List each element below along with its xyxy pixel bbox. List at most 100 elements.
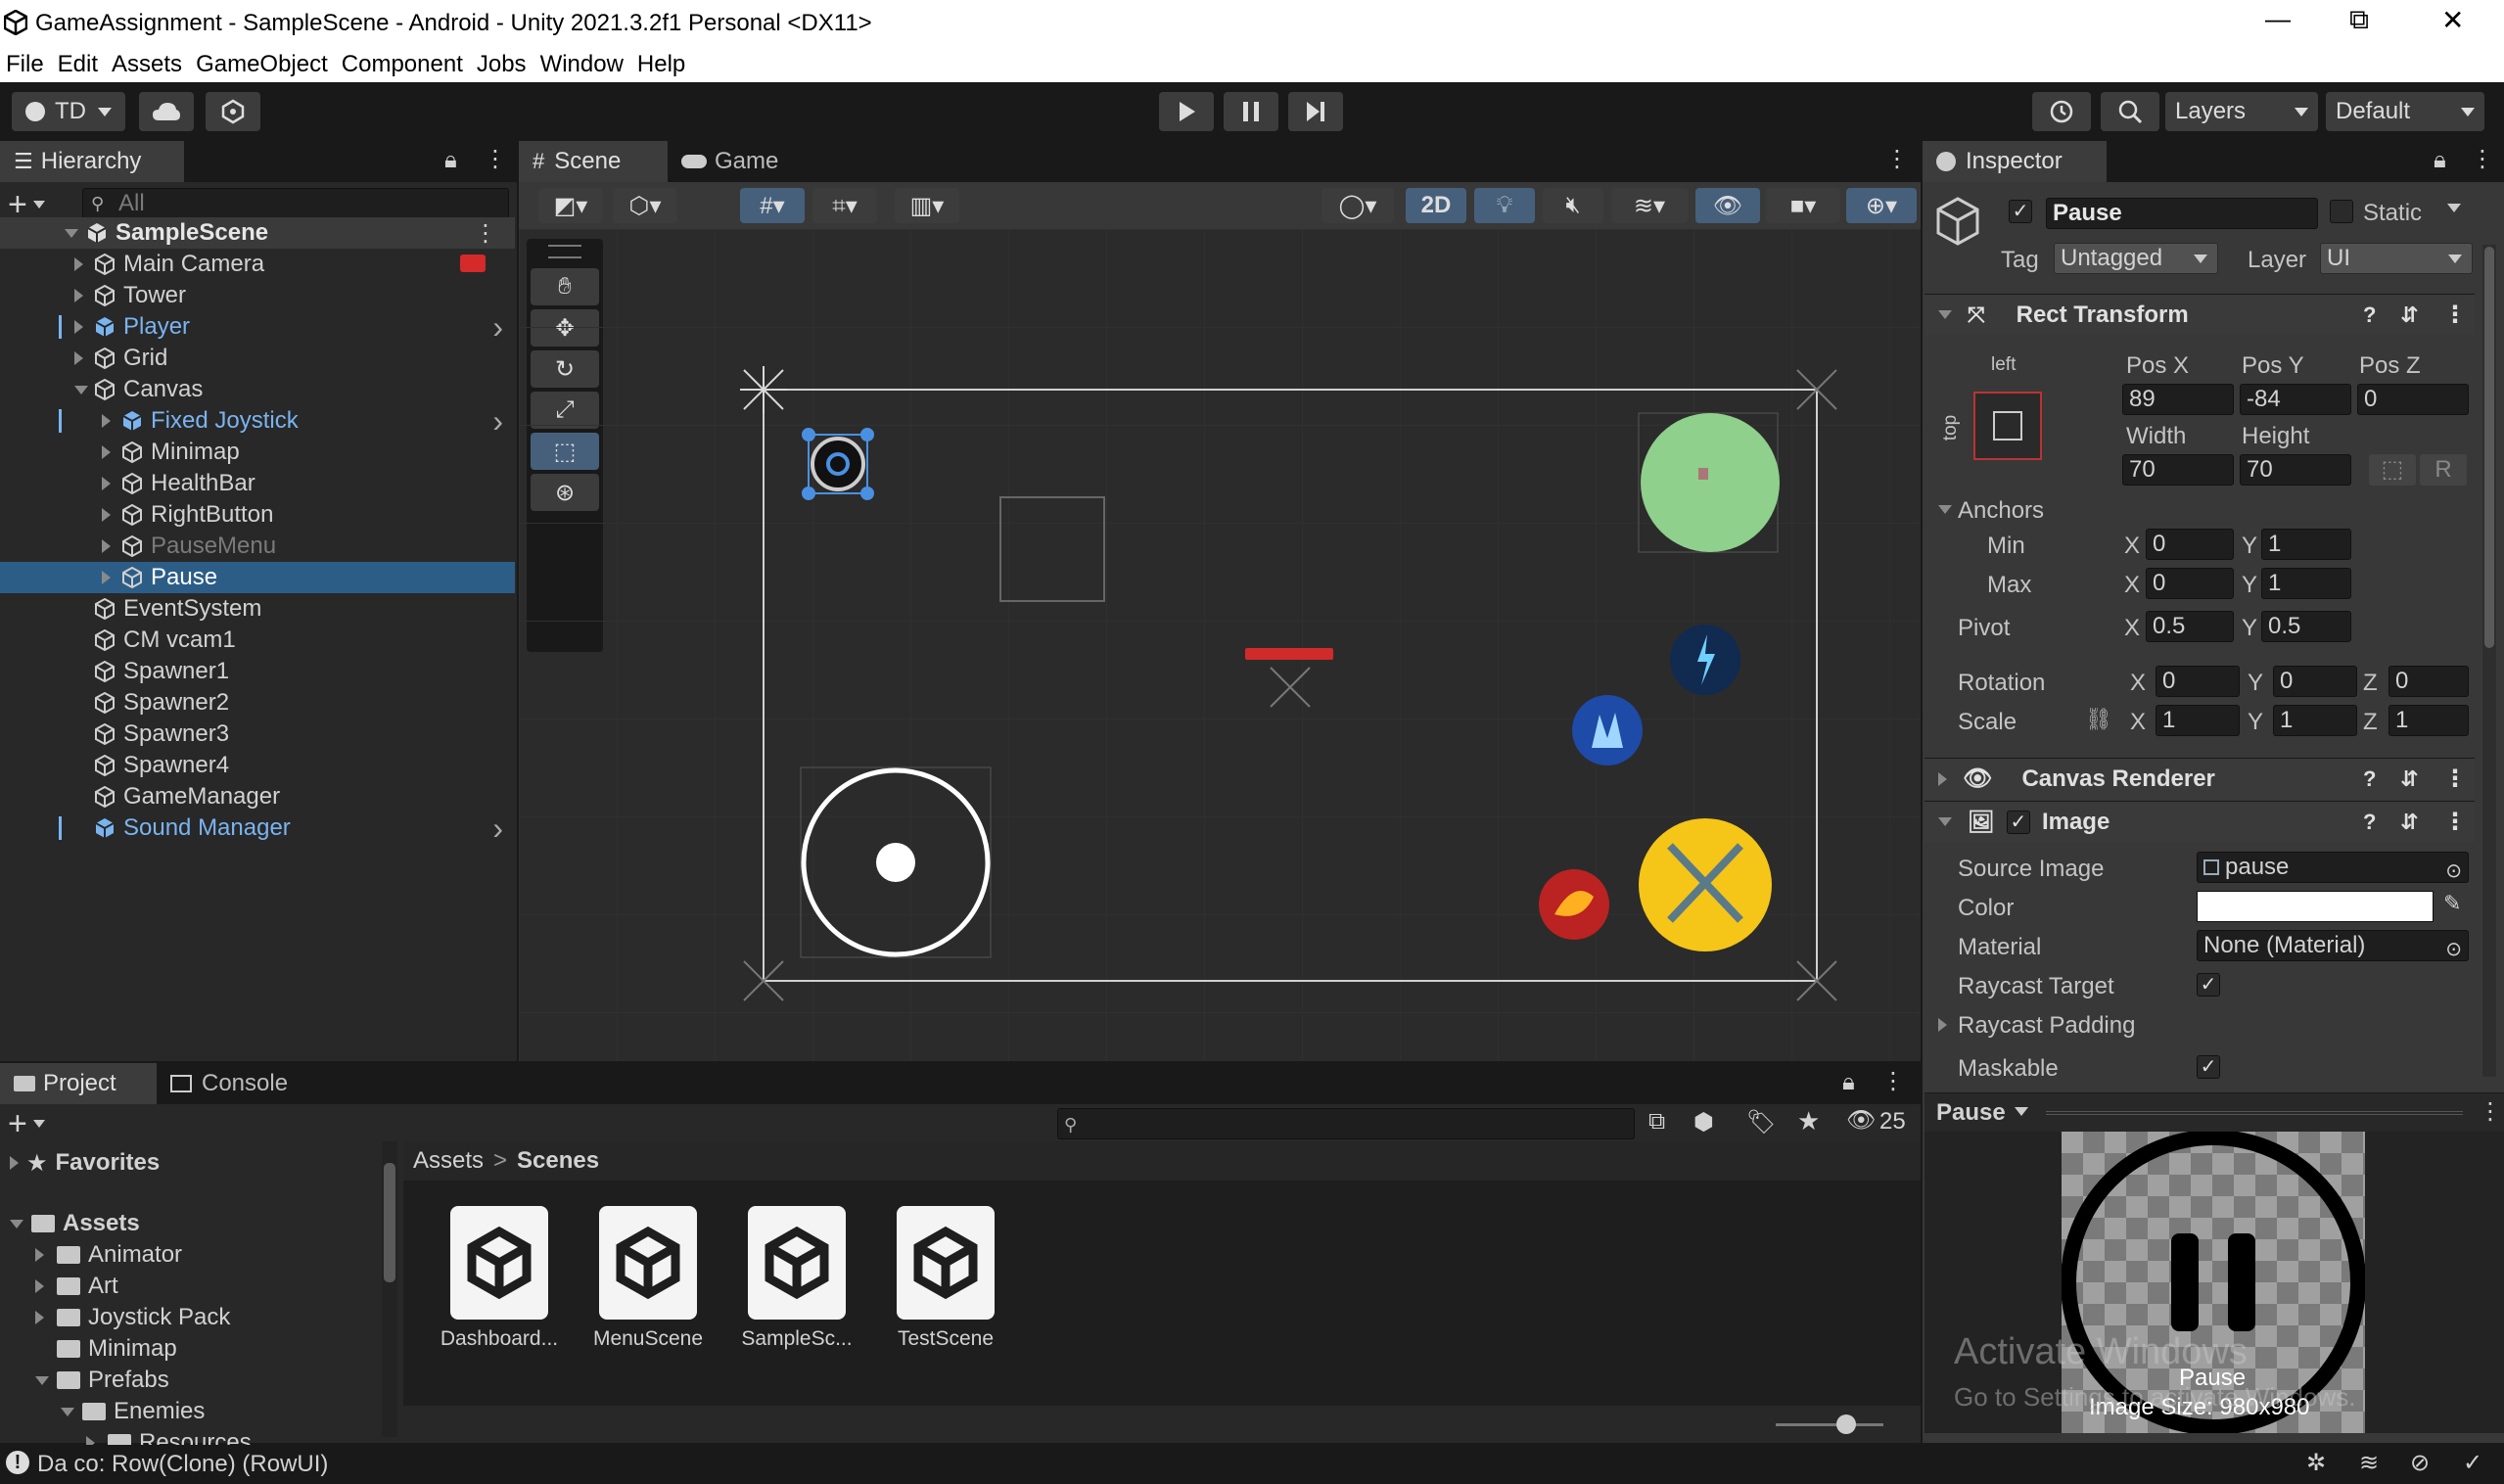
project-search-input[interactable]: ⚲ xyxy=(1057,1108,1635,1139)
audio-button[interactable]: 🔇︎ xyxy=(1543,188,1603,223)
expand-arrow-icon[interactable] xyxy=(35,1279,44,1293)
hierarchy-item[interactable]: Player › xyxy=(0,309,515,346)
increment-snap-button[interactable]: ⌗▾ xyxy=(812,188,877,223)
object-picker-icon[interactable]: ⊙ xyxy=(2445,857,2462,886)
tab-project[interactable]: Project xyxy=(0,1063,157,1104)
preview-header[interactable]: Pause ⋮ xyxy=(1924,1092,2504,1132)
expand-arrow-icon[interactable] xyxy=(74,289,83,302)
chevron-right-icon[interactable]: › xyxy=(492,309,503,346)
inspector-scrollbar[interactable] xyxy=(2482,245,2496,1077)
posz-field[interactable]: 0 xyxy=(2357,384,2469,415)
rotation-y-field[interactable]: 0 xyxy=(2273,666,2357,697)
expand-arrow-icon[interactable] xyxy=(102,508,111,522)
lock-icon[interactable]: 🔒︎ xyxy=(2434,147,2446,174)
anchor-min-x-field[interactable]: 0 xyxy=(2146,529,2234,560)
search-by-type-icon[interactable]: ⧉ xyxy=(1648,1108,1665,1136)
hierarchy-item[interactable]: Spawner4 xyxy=(0,750,515,781)
more-options-icon[interactable]: ⋮ xyxy=(2443,808,2467,836)
object-name-field[interactable]: Pause xyxy=(2046,198,2318,229)
material-field[interactable]: None (Material) ⊙ xyxy=(2197,930,2469,961)
render-mode-button[interactable]: ⬡▾ xyxy=(613,188,677,223)
scale-x-field[interactable]: 1 xyxy=(2156,705,2240,736)
menu-window[interactable]: Window xyxy=(540,51,624,78)
project-add-button[interactable]: + xyxy=(8,1106,45,1141)
blueprint-mode-button[interactable]: ⬚ xyxy=(2369,454,2416,486)
step-button[interactable] xyxy=(1288,92,1343,131)
chevron-right-icon[interactable]: › xyxy=(492,811,503,847)
lighting-button[interactable]: 💡︎ xyxy=(1474,188,1535,223)
image-component-header[interactable]: 🖼︎ ✓ Image ? ⇵ ⋮ xyxy=(1924,801,2475,842)
draw-mode-button[interactable]: ◩▾ xyxy=(538,188,603,223)
menu-component[interactable]: Component xyxy=(342,51,463,78)
ruler-button[interactable]: ▥▾ xyxy=(895,188,959,223)
search-button[interactable] xyxy=(2101,92,2159,131)
more-options-icon[interactable]: ⋮ xyxy=(2479,1097,2502,1126)
hierarchy-item[interactable]: Canvas xyxy=(0,374,515,405)
canvas-renderer-header[interactable]: 👁︎ Canvas Renderer ? ⇵ ⋮ xyxy=(1924,758,2475,799)
menu-help[interactable]: Help xyxy=(637,51,685,78)
expand-arrow-icon[interactable] xyxy=(1938,505,1952,514)
layers-dropdown[interactable]: Layers xyxy=(2165,92,2318,131)
menu-assets[interactable]: Assets xyxy=(112,51,182,78)
posy-field[interactable]: -84 xyxy=(2240,384,2351,415)
scene-viewport[interactable] xyxy=(519,229,1921,1061)
expand-arrow-icon[interactable] xyxy=(1938,1018,1947,1032)
hierarchy-item[interactable]: Fixed Joystick › xyxy=(0,403,515,440)
preview-drag-handle[interactable] xyxy=(2046,1111,2463,1115)
color-swatch[interactable] xyxy=(2197,891,2434,922)
progress-check-icon[interactable]: ✓ xyxy=(2463,1449,2482,1477)
visibility-button[interactable]: 👁︎ xyxy=(1695,188,1760,223)
status-message[interactable]: Da co: Row(Clone) (RowUI) xyxy=(37,1451,328,1478)
history-button[interactable] xyxy=(2032,92,2091,131)
hierarchy-item[interactable]: Grid xyxy=(0,343,515,374)
rotation-x-field[interactable]: 0 xyxy=(2156,666,2240,697)
raycast-target-checkbox[interactable]: ✓ xyxy=(2197,973,2220,997)
scrollbar-thumb[interactable] xyxy=(2484,247,2494,648)
object-picker-icon[interactable]: ⊙ xyxy=(2445,935,2462,964)
expand-arrow-icon[interactable] xyxy=(61,1407,74,1416)
cache-server-icon[interactable]: ≋ xyxy=(2359,1449,2379,1477)
hierarchy-item[interactable]: RightButton xyxy=(0,499,515,531)
expand-arrow-icon[interactable] xyxy=(35,1248,44,1262)
expand-arrow-icon[interactable] xyxy=(74,320,83,334)
play-button[interactable] xyxy=(1159,92,1214,131)
hierarchy-item[interactable]: CM vcam1 xyxy=(0,625,515,656)
hidden-packages-icon[interactable]: 👁︎ xyxy=(1846,1106,1876,1135)
tab-hierarchy[interactable]: ☰ Hierarchy xyxy=(0,141,184,182)
expand-arrow-icon[interactable] xyxy=(102,414,111,428)
folder-item[interactable]: Minimap xyxy=(0,1333,382,1365)
hierarchy-item[interactable]: HealthBar xyxy=(0,468,515,499)
height-field[interactable]: 70 xyxy=(2240,454,2351,486)
minimize-button[interactable]: — xyxy=(2265,4,2291,34)
presets-icon[interactable]: ⇵ xyxy=(2400,302,2418,328)
menu-gameobject[interactable]: GameObject xyxy=(196,51,328,78)
maximize-button[interactable]: ⧉ xyxy=(2349,4,2369,36)
hierarchy-search-input[interactable]: ⚲ All xyxy=(82,188,509,219)
more-options-icon[interactable]: ⋮ xyxy=(2443,301,2467,329)
posx-field[interactable]: 89 xyxy=(2122,384,2234,415)
anchor-min-y-field[interactable]: 1 xyxy=(2261,529,2351,560)
expand-arrow-icon[interactable] xyxy=(74,257,83,271)
image-enabled-checkbox[interactable]: ✓ xyxy=(2006,810,2030,834)
chevron-right-icon[interactable]: › xyxy=(492,403,503,440)
zoom-slider-thumb[interactable] xyxy=(1836,1414,1856,1434)
hierarchy-item[interactable]: Spawner2 xyxy=(0,687,515,719)
more-options-icon[interactable]: ⋮ xyxy=(1885,145,1909,173)
source-image-field[interactable]: pause ⊙ xyxy=(2197,852,2469,883)
expand-arrow-icon[interactable] xyxy=(102,477,111,490)
anchor-max-y-field[interactable]: 1 xyxy=(2261,568,2351,599)
tab-inspector[interactable]: Inspector xyxy=(1923,141,2107,182)
hierarchy-item[interactable]: Spawner1 xyxy=(0,656,515,687)
hierarchy-item[interactable]: Minimap xyxy=(0,437,515,468)
hierarchy-item[interactable]: Pause xyxy=(0,562,515,593)
maskable-checkbox[interactable]: ✓ xyxy=(2197,1055,2220,1079)
pivot-x-field[interactable]: 0.5 xyxy=(2146,611,2234,642)
static-checkbox[interactable] xyxy=(2330,200,2353,223)
tab-game[interactable]: Game xyxy=(668,141,805,182)
minimap-circle[interactable] xyxy=(1641,413,1780,552)
folder-item[interactable]: Animator xyxy=(0,1239,382,1271)
hierarchy-item[interactable]: Main Camera xyxy=(0,249,515,280)
shading-button[interactable]: ◯▾ xyxy=(1322,188,1394,223)
menu-file[interactable]: File xyxy=(6,51,44,78)
zoom-slider[interactable] xyxy=(1776,1423,1883,1426)
